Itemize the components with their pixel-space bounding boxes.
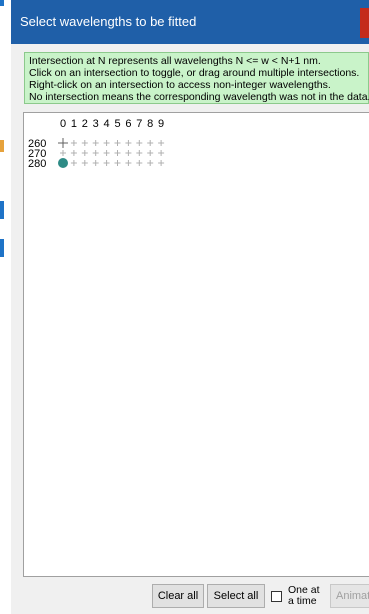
column-label: 6 — [125, 118, 131, 130]
row-label: 280 — [28, 158, 46, 170]
select-wavelengths-dialog: Select wavelengths to be fitted Intersec… — [11, 0, 369, 614]
instruction-line: No intersection means the corresponding … — [29, 91, 369, 103]
animate-button[interactable]: Animate — [330, 584, 369, 608]
window-title: Select wavelengths to be fitted — [20, 14, 197, 29]
column-label: 1 — [71, 118, 77, 130]
instruction-line: Right-click on an intersection to access… — [29, 79, 331, 91]
column-label: 4 — [104, 118, 110, 130]
column-label: 0 — [60, 118, 66, 130]
column-label: 3 — [93, 118, 99, 130]
background-marker — [0, 201, 4, 219]
background-marker — [0, 239, 4, 257]
instructions-box: Intersection at N represents all wavelen… — [24, 52, 369, 104]
instruction-line: Click on an intersection to toggle, or d… — [29, 67, 360, 79]
column-label: 5 — [114, 118, 120, 130]
select-all-button[interactable]: Select all — [207, 584, 265, 608]
column-label: 7 — [136, 118, 142, 130]
instruction-line: Intersection at N represents all wavelen… — [29, 55, 321, 67]
column-label: 8 — [147, 118, 153, 130]
one-at-a-time-label: One at a time — [288, 585, 320, 607]
one-at-a-time-checkbox[interactable] — [271, 591, 282, 602]
clear-all-button[interactable]: Clear all — [152, 584, 204, 608]
column-label: 9 — [158, 118, 164, 130]
background-marker — [0, 0, 4, 6]
screen: Select wavelengths to be fitted Intersec… — [0, 0, 369, 614]
wavelength-grid-panel[interactable]: 0 1 2 3 4 5 6 7 8 9 260 270 280 — [23, 112, 369, 577]
background-app-edge — [0, 0, 10, 614]
title-bar[interactable]: Select wavelengths to be fitted — [11, 0, 369, 44]
wavelength-grid[interactable]: 0 1 2 3 4 5 6 7 8 9260270280 — [24, 113, 369, 576]
one-at-a-time-label-line: a time — [288, 595, 317, 607]
column-label: 2 — [82, 118, 88, 130]
background-marker — [0, 140, 4, 152]
close-icon[interactable] — [360, 8, 369, 38]
intersection-selected-dot[interactable] — [58, 158, 68, 168]
